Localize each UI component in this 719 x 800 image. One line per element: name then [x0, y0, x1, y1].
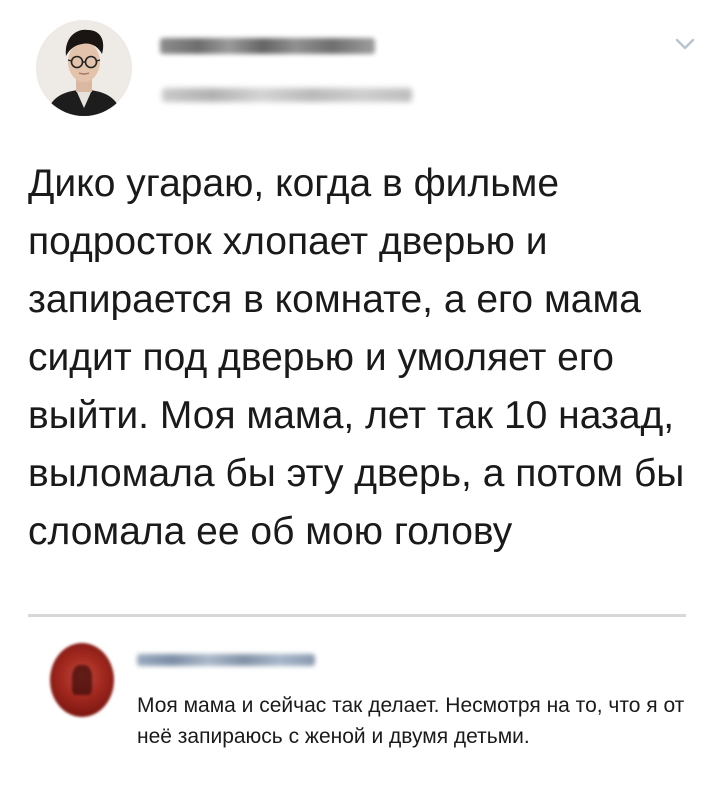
comment-text: Моя мама и сейчас так делает. Несмотря н… — [137, 694, 685, 748]
divider — [28, 614, 686, 617]
commenter-avatar-figure-icon — [72, 665, 92, 695]
author-avatar[interactable] — [36, 20, 132, 116]
tweet-text: Дико угараю, когда в фильме подросток хл… — [28, 162, 685, 553]
author-portrait-icon — [36, 20, 132, 116]
author-handle-redacted — [162, 88, 412, 102]
chevron-down-icon[interactable] — [674, 36, 696, 52]
commenter-name-redacted — [137, 654, 315, 666]
author-name-redacted — [160, 38, 375, 54]
tweet-header — [0, 0, 719, 140]
commenter-avatar[interactable] — [50, 643, 114, 717]
